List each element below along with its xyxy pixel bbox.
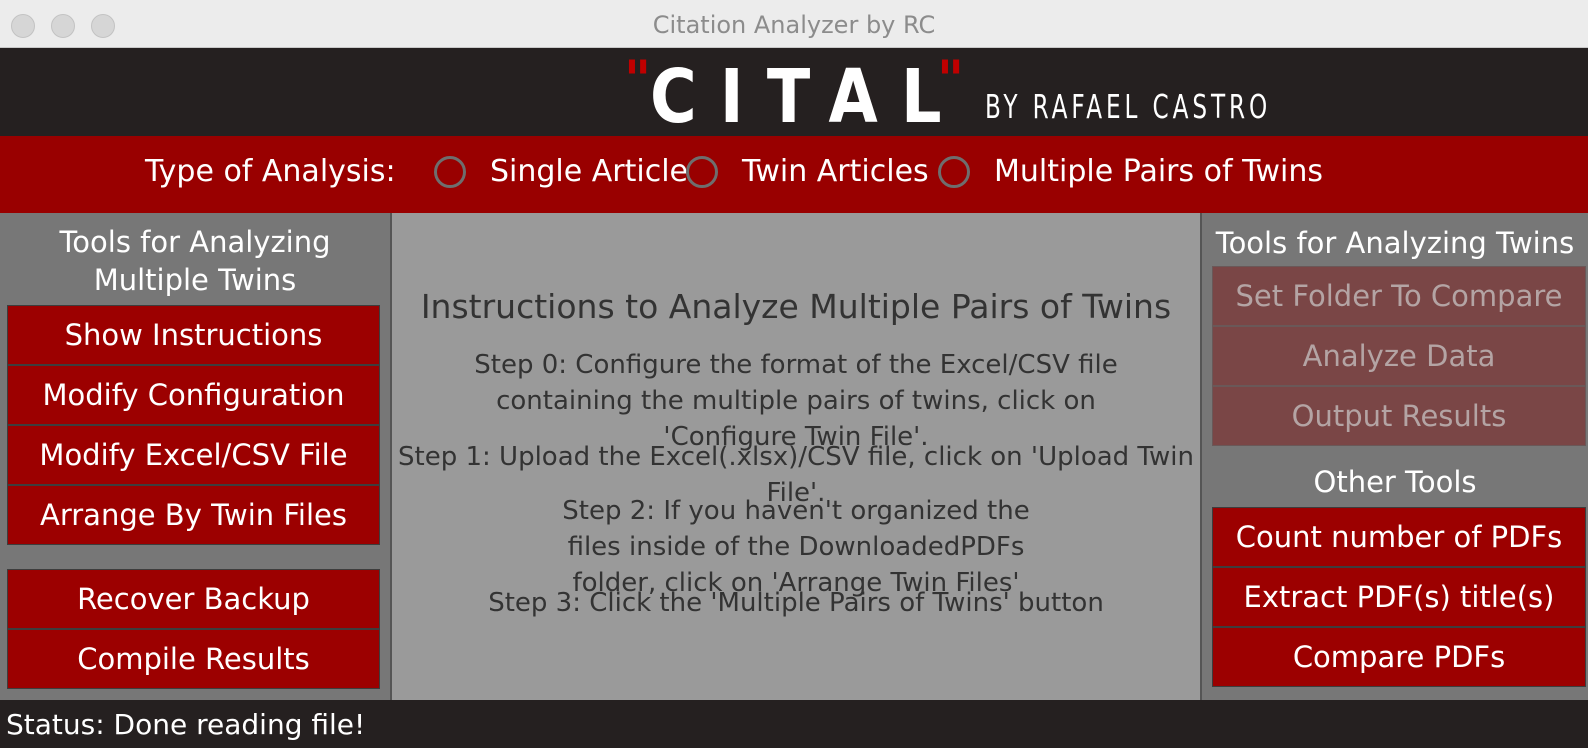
modify-excel-csv-button[interactable]: Modify Excel/CSV File: [7, 425, 380, 485]
analysis-type-label: Type of Analysis:: [145, 154, 396, 189]
modify-configuration-button[interactable]: Modify Configuration: [7, 365, 380, 425]
analysis-type-bar: Type of Analysis: Single Article Twin Ar…: [0, 136, 1588, 213]
logo-byline: BY RAFAEL CASTRO: [985, 87, 1272, 126]
recover-backup-button[interactable]: Recover Backup: [7, 569, 380, 629]
radio-multiple-pairs[interactable]: [938, 156, 970, 188]
status-text: Status: Done reading file!: [6, 708, 366, 741]
twins-tools-heading: Tools for Analyzing Twins: [1215, 226, 1575, 260]
window-titlebar: Citation Analyzer by RC: [0, 0, 1588, 48]
arrange-by-twin-files-button[interactable]: Arrange By Twin Files: [7, 485, 380, 545]
radio-label-twin-articles[interactable]: Twin Articles: [742, 154, 929, 189]
radio-label-multiple-pairs[interactable]: Multiple Pairs of Twins: [994, 154, 1323, 189]
status-bar: Status: Done reading file!: [0, 700, 1588, 748]
instructions-panel: Instructions to Analyze Multiple Pairs o…: [390, 213, 1202, 700]
other-tools-heading: Other Tools: [1313, 465, 1477, 499]
compare-pdfs-button[interactable]: Compare PDFs: [1212, 627, 1586, 687]
set-folder-to-compare-button[interactable]: Set Folder To Compare: [1212, 266, 1586, 326]
output-results-button[interactable]: Output Results: [1212, 386, 1586, 446]
multiple-twins-tools-panel: Tools for Analyzing Multiple Twins Show …: [0, 213, 390, 700]
radio-twin-articles[interactable]: [686, 156, 718, 188]
multiple-twins-tools-heading: Tools for Analyzing Multiple Twins: [59, 225, 331, 297]
radio-label-single-article[interactable]: Single Article: [490, 154, 688, 189]
show-instructions-button[interactable]: Show Instructions: [7, 305, 380, 365]
logo-quote-open: ": [624, 50, 652, 110]
instructions-title: Instructions to Analyze Multiple Pairs o…: [420, 287, 1172, 326]
analyze-data-button[interactable]: Analyze Data: [1212, 326, 1586, 386]
twins-tools-panel: Tools for Analyzing Twins Set Folder To …: [1202, 213, 1588, 700]
window-title: Citation Analyzer by RC: [652, 11, 936, 39]
extract-pdf-titles-button[interactable]: Extract PDF(s) title(s): [1212, 567, 1586, 627]
count-pdfs-button[interactable]: Count number of PDFs: [1212, 507, 1586, 567]
logo-quote-close: ": [937, 50, 965, 110]
radio-single-article[interactable]: [434, 156, 466, 188]
instruction-step-3: Step 3: Click the 'Multiple Pairs of Twi…: [488, 588, 1104, 618]
compile-results-button[interactable]: Compile Results: [7, 629, 380, 689]
app-banner: " CITAL " BY RAFAEL CASTRO: [0, 48, 1588, 136]
logo-text: CITAL: [650, 54, 965, 140]
